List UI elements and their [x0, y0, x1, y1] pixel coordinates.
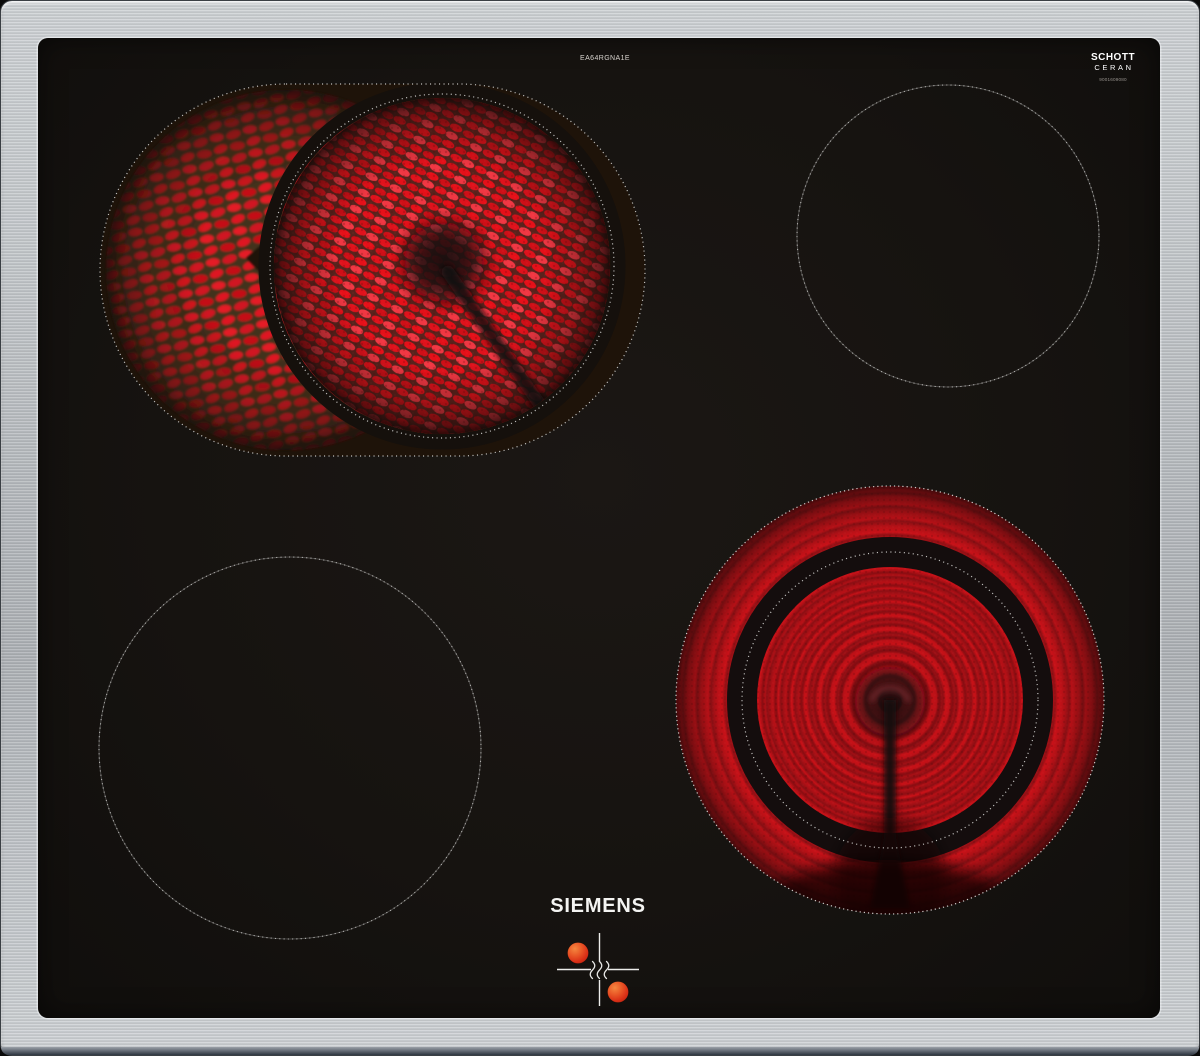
- coil-terminal-shadow: [392, 210, 496, 314]
- zone-front-left: [98, 556, 482, 940]
- main-coil-disc: [274, 98, 610, 434]
- zone-rear-right: [796, 84, 1100, 388]
- zone-dotted-outline: [98, 556, 482, 940]
- hot-dot-lower: [607, 981, 629, 1003]
- zone-rear-left: [99, 82, 646, 457]
- schott-ceran-badge: SCHOTT CERAN 9001609080: [1084, 52, 1142, 83]
- zone-dotted-outline: [796, 84, 1100, 388]
- siemens-logo: SIEMENS: [550, 895, 646, 917]
- schott-wordmark: SCHOTT: [1090, 52, 1136, 63]
- residual-heat-icon: [589, 960, 610, 980]
- zone-front-right: [675, 485, 1105, 915]
- bottom-shadow: [758, 860, 1014, 914]
- model-number-label: EA64RGNA1E: [580, 55, 630, 62]
- serial-number: 9001609080: [1099, 77, 1127, 82]
- cooktop-photo: EA64RGNA1E SCHOTT CERAN 9001609080 SIEME…: [0, 0, 1200, 1056]
- hot-dot-upper: [567, 942, 589, 964]
- ceran-wordmark: CERAN: [1094, 63, 1134, 72]
